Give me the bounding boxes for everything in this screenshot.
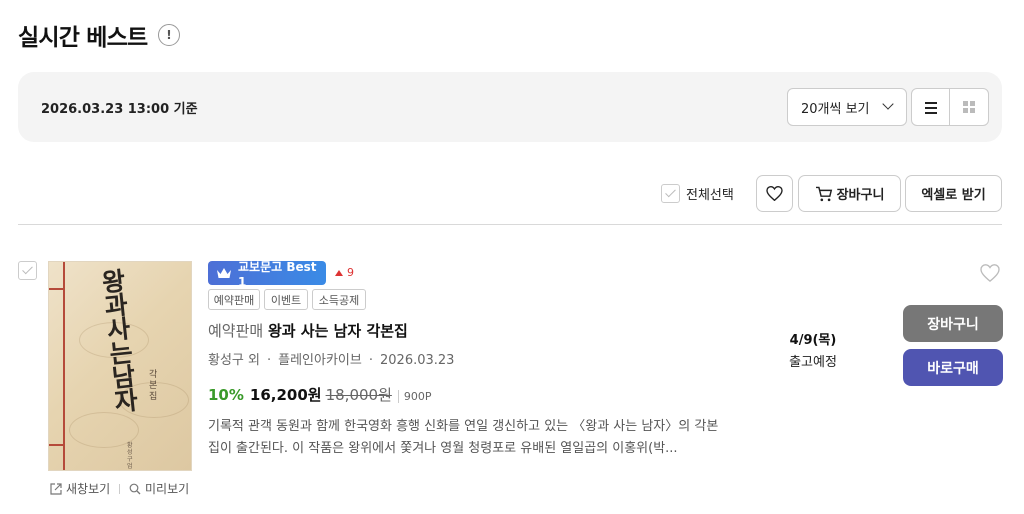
- ship-date: 4/9(목): [789, 333, 837, 348]
- original-price: 18,000원: [325, 386, 392, 404]
- per-page-label: 20개씩 보기: [801, 101, 870, 117]
- sale-price: 16,200원: [249, 386, 322, 404]
- cart-icon: [815, 186, 832, 201]
- product-description: 기록적 관객 동원과 함께 한국영화 흥행 신화를 연일 갱신하고 있는 〈왕과…: [208, 419, 719, 456]
- per-page-select[interactable]: 20개씩 보기: [787, 88, 907, 126]
- heart-icon: [766, 186, 783, 201]
- grid-view-icon: [963, 101, 968, 106]
- add-to-cart-button[interactable]: 장바구니: [903, 305, 1003, 342]
- price-line: 10% 16,200원 18,000원 900P: [208, 384, 432, 405]
- cart-button[interactable]: 장바구니: [798, 175, 901, 212]
- author[interactable]: 황성구 외: [208, 353, 260, 368]
- ship-label: 출고예정: [789, 355, 837, 370]
- select-all[interactable]: 전체선택: [661, 182, 734, 204]
- page-title: 실시간 베스트: [18, 25, 148, 51]
- excel-download-label: 엑셀로 받기: [921, 188, 986, 203]
- product-title[interactable]: 예약판매 왕과 사는 남자 각본집: [208, 320, 408, 341]
- select-all-label: 전체선택: [686, 187, 734, 203]
- external-link-icon: [50, 482, 62, 495]
- cover-subtitle: 각본집: [149, 370, 158, 402]
- divider: [18, 224, 1002, 225]
- checkbox-icon[interactable]: [661, 183, 680, 203]
- chevron-down-icon: [882, 98, 894, 110]
- title-text[interactable]: 왕과 사는 남자 각본집: [268, 322, 408, 340]
- rank-change: 9: [335, 266, 354, 279]
- reward-points: 900P: [397, 390, 432, 403]
- new-window-label: 새창보기: [66, 482, 111, 496]
- new-window-link[interactable]: 새창보기: [50, 480, 110, 497]
- heart-icon[interactable]: [980, 264, 1000, 282]
- crown-icon: [217, 268, 231, 278]
- discount-rate: 10%: [208, 386, 244, 404]
- rank-badge-label: 교보문고 Best 1: [238, 259, 317, 289]
- info-icon[interactable]: !: [158, 24, 180, 46]
- wishlist-button[interactable]: [756, 175, 793, 212]
- publish-date: 2026.03.23: [380, 353, 455, 368]
- publisher[interactable]: 플레인아카이브: [278, 353, 362, 368]
- rank-change-value: 9: [347, 266, 354, 279]
- list-view-icon: [925, 102, 937, 104]
- cover-authors: 황성구 엄한길: [127, 442, 133, 470]
- cart-button-label: 장바구니: [836, 188, 885, 203]
- timestamp-label: 2026.03.23 13:00 기준: [41, 102, 198, 117]
- tag-presale: 예약판매: [208, 289, 260, 310]
- product-meta: 황성구 외 · 플레인아카이브 · 2026.03.23: [208, 353, 455, 368]
- preview-label: 미리보기: [145, 482, 190, 496]
- tag-event: 이벤트: [264, 289, 308, 310]
- cover-calligraphy: 왕과사는남자: [100, 266, 140, 417]
- buy-now-button[interactable]: 바로구매: [903, 349, 1003, 386]
- grid-view-button[interactable]: [949, 88, 989, 126]
- item-checkbox[interactable]: [18, 261, 37, 280]
- search-icon: [129, 483, 141, 494]
- preview-link[interactable]: 미리보기: [129, 480, 189, 497]
- title-prefix: 예약판매: [208, 322, 264, 340]
- tag-tax-deduction: 소득공제: [312, 289, 366, 310]
- excel-download-button[interactable]: 엑셀로 받기: [905, 175, 1002, 212]
- book-cover[interactable]: 왕과사는남자 각본집 황성구 엄한길: [48, 261, 192, 471]
- filter-bar: 2026.03.23 13:00 기준 20개씩 보기: [18, 72, 1002, 142]
- list-view-button[interactable]: [911, 88, 950, 126]
- triangle-up-icon: [335, 269, 343, 276]
- rank-badge: 교보문고 Best 1: [208, 260, 326, 289]
